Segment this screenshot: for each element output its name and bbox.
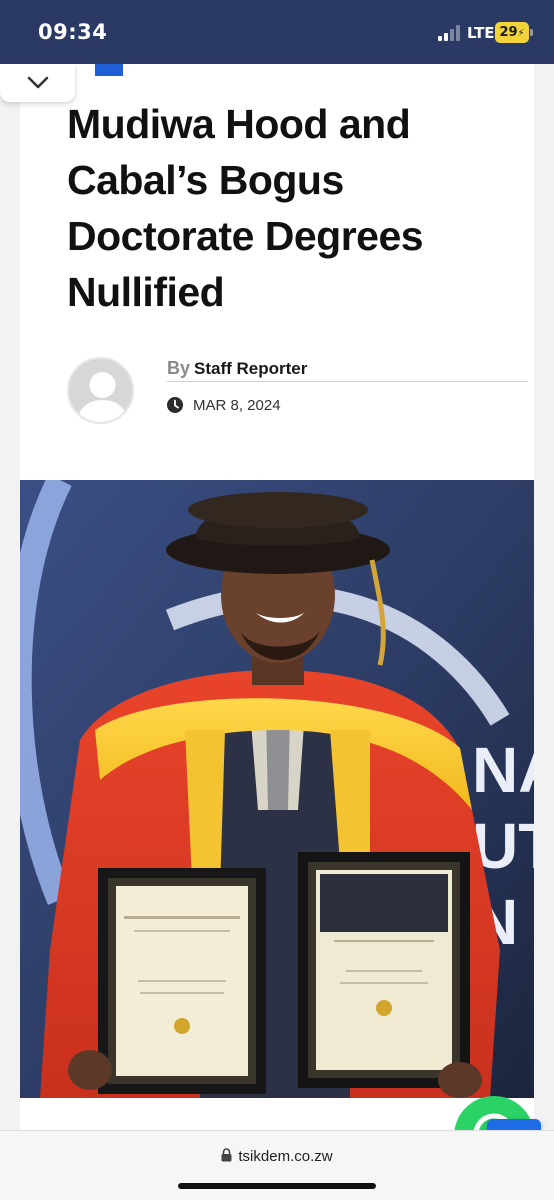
- chevron-down-icon: [27, 76, 49, 89]
- featured-image[interactable]: NA UT N: [20, 480, 534, 1098]
- by-label: By: [167, 358, 191, 378]
- avatar[interactable]: [67, 357, 134, 424]
- status-time: 09:34: [38, 20, 108, 44]
- accent-bar: [95, 64, 123, 76]
- battery-nub: [530, 29, 533, 36]
- url-text[interactable]: tsikdem.co.zw: [238, 1148, 332, 1165]
- signal-icon: [438, 25, 460, 41]
- publish-date: MAR 8, 2024: [193, 397, 281, 414]
- status-bar: 09:34 LTE 29⚡: [0, 0, 554, 64]
- graduation-photo: NA UT N: [20, 480, 534, 1098]
- browser-address-bar[interactable]: tsikdem.co.zw: [0, 1130, 554, 1200]
- charging-bolt-icon: ⚡: [517, 28, 525, 39]
- clock-icon: [167, 397, 183, 413]
- battery-level: 29: [499, 25, 518, 40]
- collapse-menu-button[interactable]: [0, 64, 75, 102]
- svg-text:NA: NA: [472, 734, 534, 806]
- page: Mudiwa Hood and Cabal’s Bogus Doctorate …: [0, 64, 554, 1176]
- network-type: LTE: [467, 24, 495, 42]
- user-silhouette-icon: [77, 372, 128, 422]
- home-indicator[interactable]: [178, 1183, 376, 1189]
- url-row[interactable]: tsikdem.co.zw: [0, 1148, 554, 1168]
- article-headline: Mudiwa Hood and Cabal’s Bogus Doctorate …: [67, 101, 424, 315]
- battery-icon: 29⚡: [495, 22, 529, 43]
- lock-icon: [221, 1148, 232, 1162]
- byline: By Staff Reporter: [167, 358, 528, 382]
- author-link[interactable]: Staff Reporter: [194, 359, 307, 378]
